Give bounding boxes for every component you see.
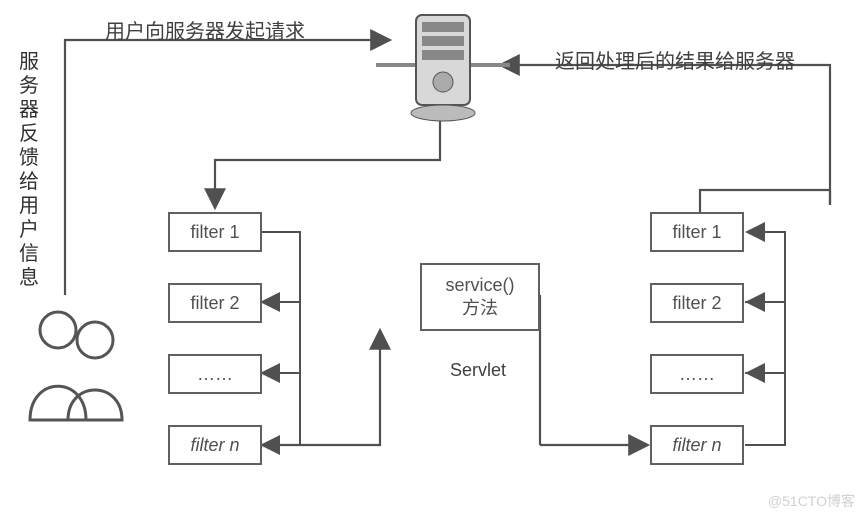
right-filter-n-label: filter n <box>672 435 721 455</box>
right-filter-n: filter n <box>650 425 744 465</box>
right-filter-2: filter 2 <box>650 283 744 323</box>
left-filter-ellipsis: …… <box>168 354 262 394</box>
label-return: 返回处理后的结果给服务器 <box>555 45 795 74</box>
right-filter-ellipsis: …… <box>650 354 744 394</box>
servlet-caption: Servlet <box>450 360 506 381</box>
right-filter-1: filter 1 <box>650 212 744 252</box>
watermark: @51CTO博客 <box>768 491 855 511</box>
server-icon <box>398 10 488 125</box>
users-icon <box>20 300 130 430</box>
service-box: service() 方法 <box>420 263 540 331</box>
label-feedback-vertical: 服务器反馈给用户信息 <box>18 50 40 290</box>
left-filter-n: filter n <box>168 425 262 465</box>
service-line2: 方法 <box>462 297 498 320</box>
left-filter-n-label: filter n <box>190 435 239 455</box>
left-filter-2: filter 2 <box>168 283 262 323</box>
diagram-canvas: 用户向服务器发起请求 返回处理后的结果给服务器 服务器反馈给用户信息 filte… <box>0 0 861 513</box>
service-line1: service() <box>445 274 514 297</box>
left-filter-1: filter 1 <box>168 212 262 252</box>
label-request: 用户向服务器发起请求 <box>105 15 305 44</box>
